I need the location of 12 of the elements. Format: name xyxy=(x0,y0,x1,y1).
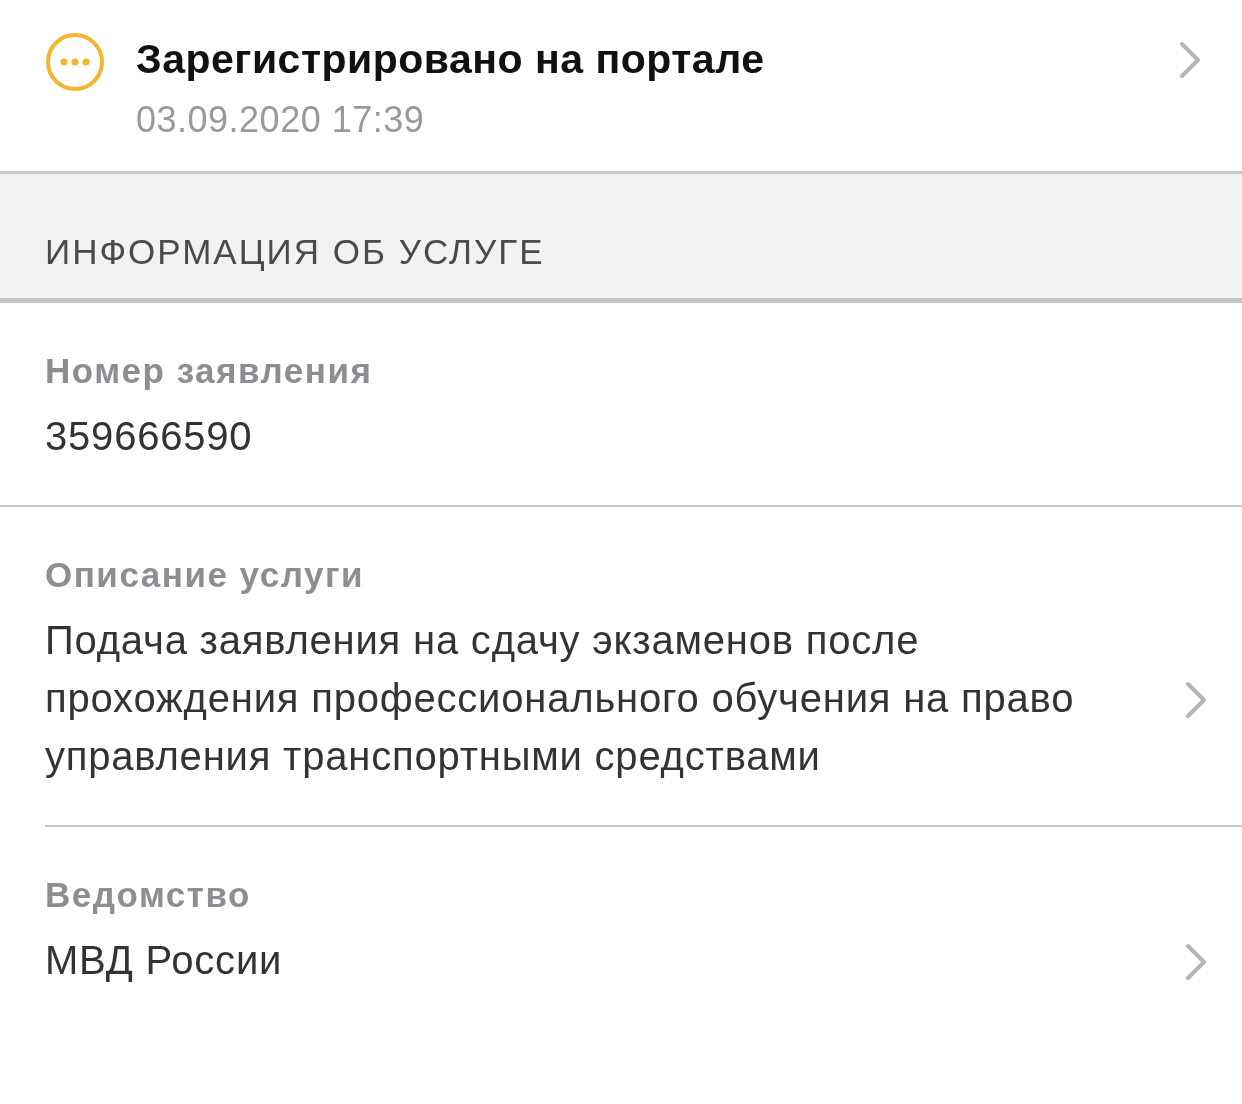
chevron-right-icon[interactable] xyxy=(1184,680,1208,720)
field-label: Номер заявления xyxy=(45,351,374,391)
chevron-right-icon[interactable] xyxy=(1184,942,1208,982)
field-value: 359666590 xyxy=(45,413,254,460)
field-value: Подача заявления на сдачу экзаменов после прохождения профессионального обучения на право управления транспортными средствами xyxy=(45,617,1076,780)
field-label: Ведомство xyxy=(45,875,252,915)
field-value: МВД России xyxy=(45,937,284,984)
status-title: Зарегистрировано на портале xyxy=(136,36,766,83)
field-label: Описание услуги xyxy=(45,555,365,595)
status-date: 03.09.2020 17:39 xyxy=(136,99,426,141)
section-title: ИНФОРМАЦИЯ ОБ УСЛУГЕ xyxy=(45,232,545,272)
chevron-right-icon[interactable] xyxy=(1178,40,1202,80)
